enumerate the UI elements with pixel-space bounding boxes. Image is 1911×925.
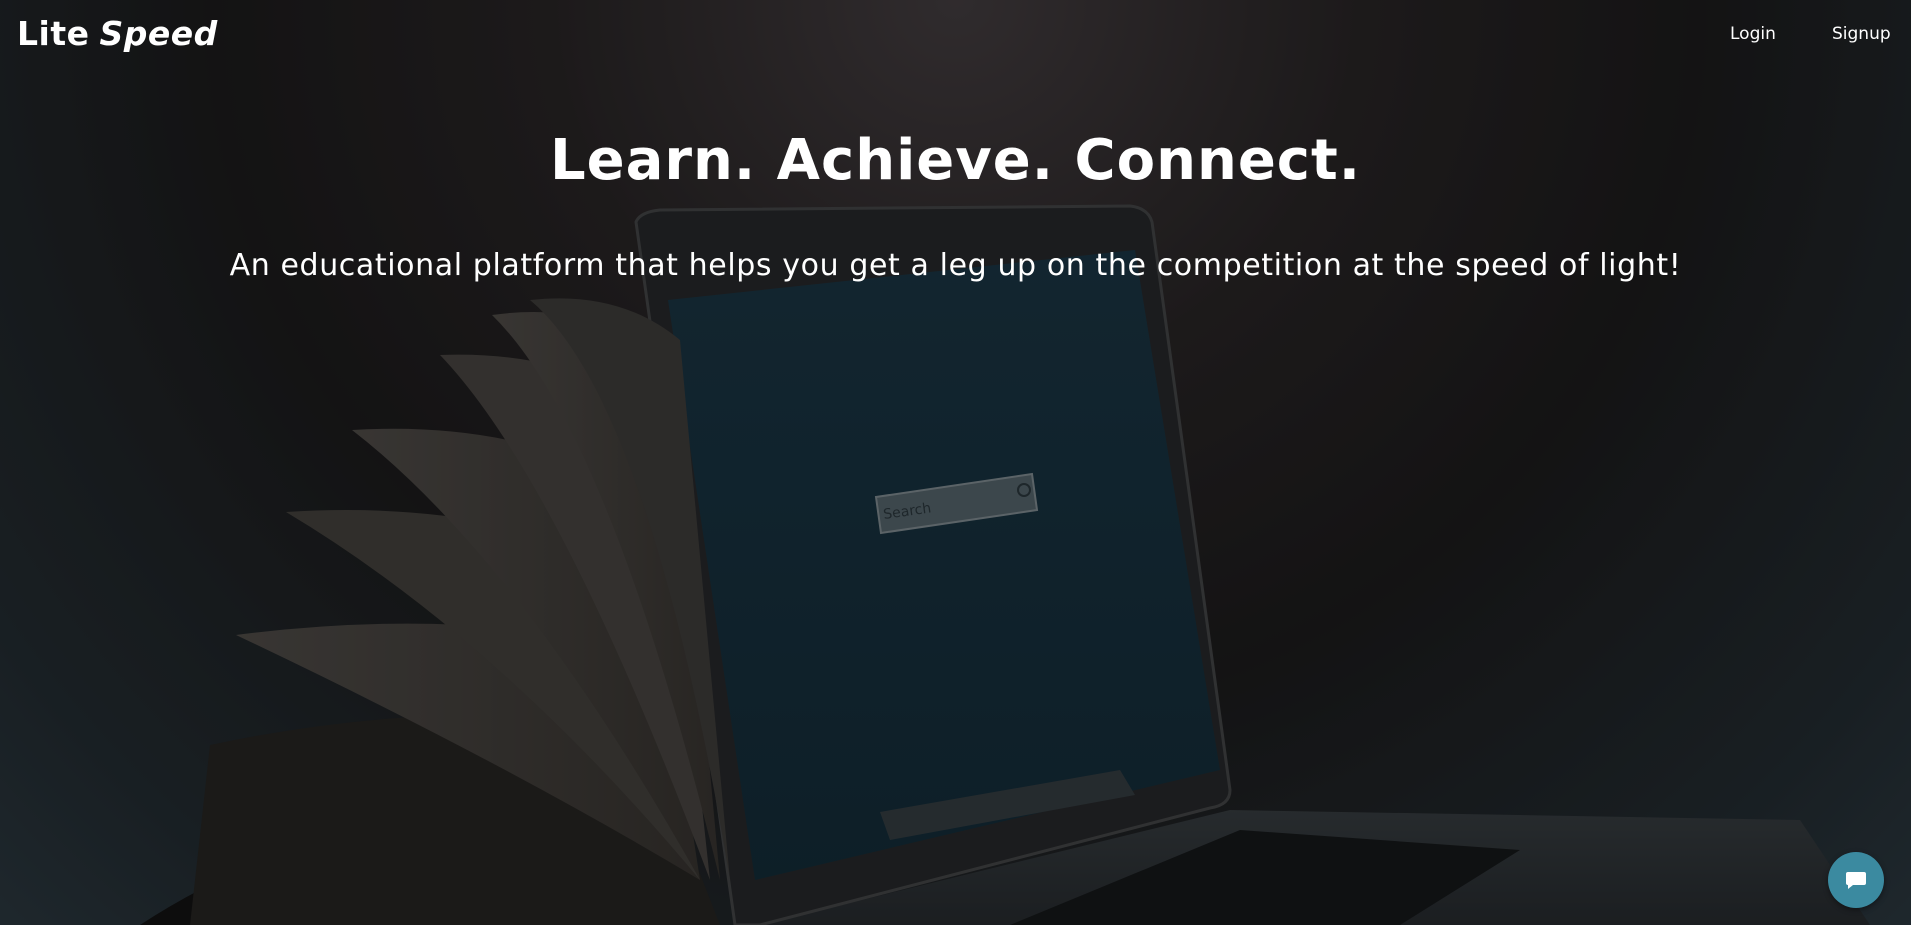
signup-link[interactable]: Signup xyxy=(1832,24,1891,44)
hero-headline: Learn. Achieve. Connect. xyxy=(549,128,1362,193)
login-link[interactable]: Login xyxy=(1730,24,1776,44)
chat-bubble-icon xyxy=(1846,872,1866,889)
navbar: Lite Speed Login Signup xyxy=(0,0,1911,70)
chat-button[interactable] xyxy=(1828,852,1884,908)
logo-accent-text: Speed xyxy=(99,14,218,53)
logo-main-text: Lite xyxy=(17,14,90,53)
hero-subheadline: An educational platform that helps you g… xyxy=(229,248,1682,283)
logo[interactable]: Lite Speed xyxy=(17,14,218,53)
landing-page: Search Lite Speed Login Signup Learn. Ach… xyxy=(0,0,1911,925)
